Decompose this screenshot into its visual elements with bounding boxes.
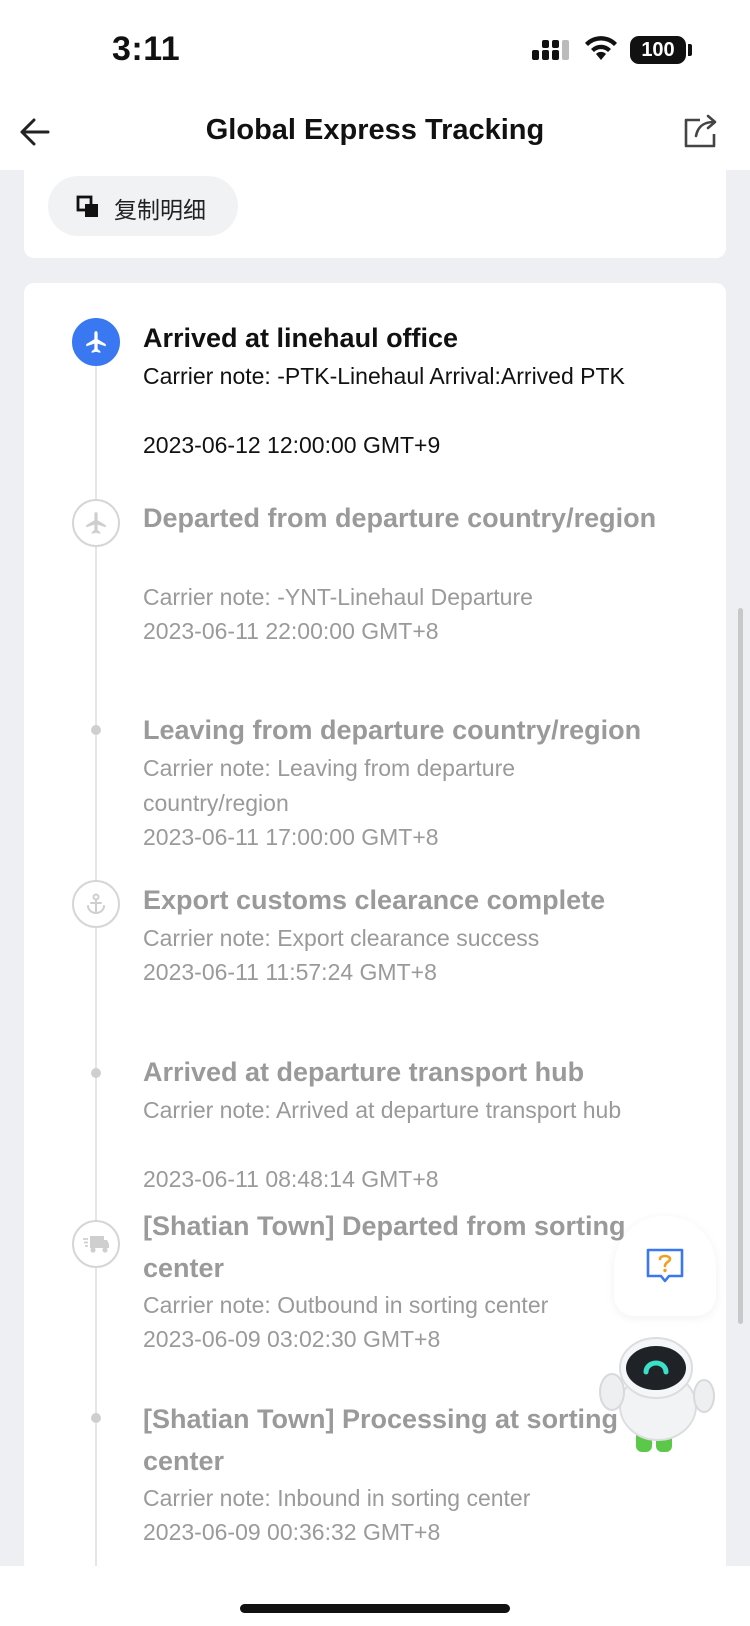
status-bar: 3:11 100 <box>0 0 750 98</box>
help-button[interactable] <box>614 1216 716 1316</box>
airplane-icon <box>72 318 120 366</box>
scrollbar[interactable] <box>738 608 743 1324</box>
event-time: 2023-06-11 22:00:00 GMT+8 <box>143 618 439 644</box>
copy-icon <box>76 195 98 217</box>
truck-icon <box>72 1220 120 1268</box>
event-title: Export customs clearance complete <box>143 885 606 915</box>
share-icon[interactable] <box>682 112 720 150</box>
home-indicator[interactable] <box>240 1604 510 1613</box>
status-time: 3:11 <box>112 30 181 68</box>
event-title: Arrived at departure transport hub <box>143 1057 585 1087</box>
copy-details-label: 复制明细 <box>114 198 206 224</box>
copy-details-button[interactable]: 复制明细 <box>48 176 238 236</box>
wifi-icon <box>585 36 617 60</box>
event-note: Carrier note: -YNT-Linehaul Departure <box>143 584 533 610</box>
robot-assistant-icon[interactable] <box>596 1326 720 1456</box>
timeline-dot <box>91 725 101 735</box>
event-note: Carrier note: Outbound in sorting center <box>143 1292 549 1318</box>
airplane-icon <box>72 499 120 547</box>
nav-bar: Global Express Tracking <box>0 98 750 170</box>
event-time: 2023-06-09 03:02:30 GMT+8 <box>143 1326 441 1352</box>
event-title: Arrived at linehaul office <box>143 323 459 353</box>
bottom-safe-area <box>0 1566 750 1626</box>
event-note: Carrier note: Leaving from departure cou… <box>143 755 516 816</box>
anchor-icon <box>72 880 120 928</box>
event-time: 2023-06-12 12:00:00 GMT+9 <box>143 432 441 458</box>
timeline-dot <box>91 1413 101 1423</box>
timeline-dot <box>91 1068 101 1078</box>
question-chat-icon <box>646 1248 684 1283</box>
event-note: Carrier note: Export clearance success <box>143 925 540 951</box>
event-note: Carrier note: Inbound in sorting center <box>143 1485 531 1511</box>
event-title: [Shatian Town] Departed from sorting cen… <box>143 1211 626 1283</box>
event-note: Carrier note: Arrived at departure trans… <box>143 1097 622 1123</box>
event-note: Carrier note: -PTK-Linehaul Arrival:Arri… <box>143 363 625 389</box>
signal-icon <box>532 40 569 60</box>
event-title: Leaving from departure country/region <box>143 715 642 745</box>
event-title: Departed from departure country/region <box>143 503 657 533</box>
battery-icon: 100 <box>630 36 686 64</box>
event-time: 2023-06-09 00:36:32 GMT+8 <box>143 1519 441 1545</box>
event-time: 2023-06-11 11:57:24 GMT+8 <box>143 959 437 985</box>
event-title: [Shatian Town] Processing at sorting cen… <box>143 1404 619 1476</box>
details-card: 复制明细 <box>24 170 726 258</box>
event-time: 2023-06-11 08:48:14 GMT+8 <box>143 1166 439 1192</box>
page-title: Global Express Tracking <box>205 114 545 146</box>
event-time: 2023-06-11 17:00:00 GMT+8 <box>143 824 439 850</box>
battery-cap <box>688 44 692 56</box>
